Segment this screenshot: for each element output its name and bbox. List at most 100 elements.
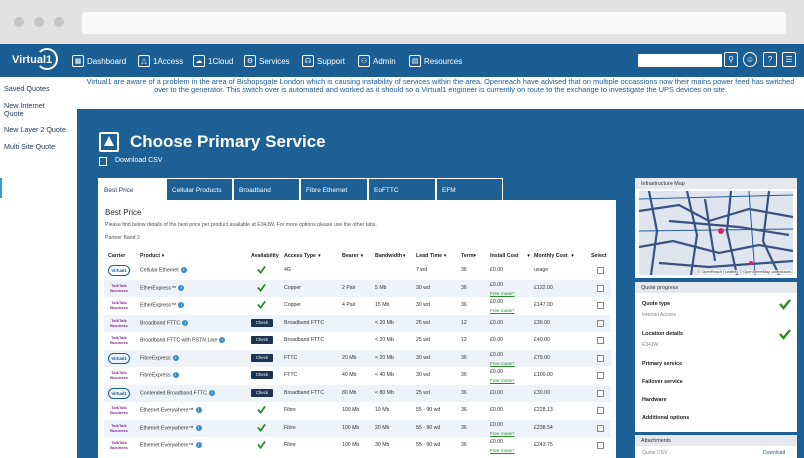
info-icon[interactable]: i [178,284,185,291]
info-icon[interactable]: i [195,424,202,431]
bearer-cell: 80 Mb [342,389,357,396]
select-checkbox[interactable] [597,424,604,432]
check-availability-button[interactable]: Check [251,388,273,397]
sidebar: Saved Quotes New Internet Quote New Laye… [0,77,77,458]
nav-item-admin[interactable]: ⚇ Admin [358,52,396,70]
top-nav: Virtual1 ▦ Dashboard △ 1Access ☁ 1Cloud ⚙ Servi… [0,44,804,77]
access-type-cell: Copper [284,302,302,308]
address-bar[interactable] [82,12,786,34]
access-type-cell: FTTC [284,372,298,378]
tab-fibre-ethernet[interactable]: Fibre Ethernet [300,178,368,200]
menu-icon[interactable]: ☰ [782,52,796,67]
select-checkbox[interactable] [597,372,604,379]
monthly-cost-cell: £79.00 [534,354,550,361]
column-header-select[interactable]: Select [591,253,607,259]
sort-chevron-icon[interactable]: ▾ [571,253,574,259]
free-router-link[interactable]: Free router* [490,448,515,453]
sort-chevron-icon[interactable]: ▾ [473,253,476,259]
column-header-bearer[interactable]: Bearer [342,253,359,259]
sort-chevron-icon[interactable]: ▾ [403,253,406,259]
column-header-term[interactable]: Term [461,253,474,259]
window-maximize-dot[interactable] [54,17,64,27]
sort-chevron-icon[interactable]: ▾ [444,253,447,259]
virtual1-logo[interactable]: Virtual1 [8,48,58,74]
search-icon[interactable]: ⚲ [724,52,738,67]
window-minimize-dot[interactable] [34,17,44,27]
column-header-carrier[interactable]: Carrier [108,253,125,259]
check-availability-button[interactable]: Check [251,371,273,379]
info-icon[interactable]: i [195,442,202,448]
tab-best-price[interactable]: Best Price [98,178,166,200]
column-header-availability[interactable]: Availability [251,253,279,259]
nav-item-1cloud[interactable]: ☁ 1Cloud [193,52,233,70]
sort-chevron-icon[interactable]: ▾ [162,253,165,259]
help-icon[interactable]: ? [763,52,777,67]
available-check-icon [257,283,266,292]
nav-item-dashboard[interactable]: ▦ Dashboard [72,52,126,70]
check-availability-button[interactable]: Check [251,318,273,327]
install-cost-cell: £0.00 [490,267,503,273]
column-header-lead-time[interactable]: Lead Time [416,253,442,259]
sidebar-item-multi-site-quote[interactable]: Multi Site Quote [4,143,74,151]
select-checkbox[interactable] [597,302,604,309]
info-icon[interactable]: i [195,407,202,413]
talktalk-carrier-logo: TalkTalk Business [110,317,128,328]
column-header-install-cost[interactable]: Install Cost [490,253,519,259]
sort-chevron-icon[interactable]: ▾ [361,253,364,259]
tab-eofttc[interactable]: EoFTTC [368,178,436,200]
select-checkbox[interactable] [597,389,604,397]
nav-item-1access[interactable]: △ 1Access [138,52,183,70]
info-icon[interactable]: i [182,319,189,326]
tab-broadband[interactable]: Broadband [233,178,300,200]
select-checkbox[interactable] [597,337,604,344]
attachment-download-link[interactable]: Download [763,450,785,456]
sidebar-item-new-internet-quote[interactable]: New Internet Quote [4,102,56,118]
smiley-icon[interactable]: ☺ [743,52,757,67]
info-icon[interactable]: i [219,337,226,343]
select-checkbox[interactable] [597,354,604,362]
term-cell: 36 [461,424,467,431]
info-icon[interactable]: i [178,302,185,308]
info-icon[interactable]: i [208,389,215,396]
download-csv-link[interactable]: Download CSV [115,157,162,164]
nav-item-support[interactable]: ☊ Support [302,52,345,70]
bandwidth-cell: < 80 Mb [375,389,394,396]
search-input[interactable] [638,54,722,67]
sort-chevron-icon[interactable]: ▾ [318,253,321,259]
column-header-bandwidth[interactable]: Bandwidth [375,253,402,259]
tab-efm[interactable]: EFM [436,178,503,200]
available-check-icon [257,423,266,432]
nav-item-services[interactable]: ⚙ Services [244,52,290,70]
table-row: Virtual1 Contended Broadband FTTC i Check Br… [104,384,611,402]
nav-item-resources[interactable]: ▤ Resources [409,52,462,70]
tab-cellular-products[interactable]: Cellular Products [166,178,233,200]
infrastructure-map[interactable]: © OpenReach | Leaflet | © OpenStreetMap … [639,191,793,275]
product-cell: FibreExpress i [140,354,179,361]
lead-time-cell: 30 wd [416,302,430,308]
free-router-link[interactable]: Free router* [490,361,515,366]
product-cell: Broadband FTTC with PSTN Line i [140,337,226,343]
check-availability-button[interactable]: Check [251,336,273,344]
info-icon[interactable]: i [180,267,187,273]
sidebar-item-saved-quotes[interactable]: Saved Quotes [4,85,74,93]
access-type-cell: Broadband FTTC [284,389,325,396]
window-close-dot[interactable] [14,17,24,27]
check-availability-button[interactable]: Check [251,353,273,362]
available-check-icon [257,265,266,274]
sidebar-item-new-layer-2-quote[interactable]: New Layer 2 Quote [4,126,74,134]
select-checkbox[interactable] [597,407,604,414]
select-checkbox[interactable] [597,442,604,449]
sort-chevron-icon[interactable]: ▾ [527,253,530,259]
free-router-link[interactable]: Free router* [490,431,515,436]
column-header-access-type[interactable]: Access Type [284,253,316,259]
free-router-link[interactable]: Free router* [490,308,515,313]
select-checkbox[interactable] [597,284,604,292]
info-icon[interactable]: i [172,354,179,361]
select-checkbox[interactable] [597,319,604,327]
free-router-link[interactable]: Free router* [490,378,515,383]
info-icon[interactable]: i [172,372,179,378]
free-router-link[interactable]: Free router* [490,291,515,296]
select-checkbox[interactable] [597,267,604,274]
column-header-monthly-cost[interactable]: Monthly Cost [534,253,568,259]
column-header-product[interactable]: Product [140,253,160,259]
